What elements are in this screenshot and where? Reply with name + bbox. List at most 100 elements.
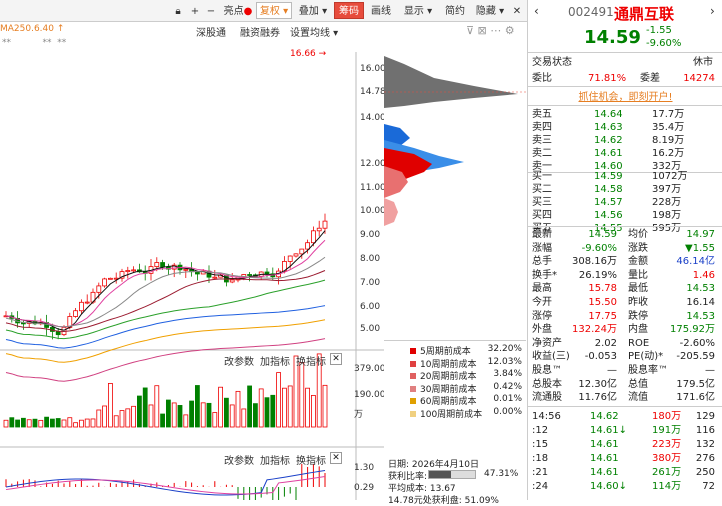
volume-bar xyxy=(241,408,247,428)
y-tick-label: 11.00 xyxy=(360,183,384,193)
nav-prev-icon[interactable]: ‹ xyxy=(534,4,539,18)
buy-row[interactable]: 买一 14.59 1072万 xyxy=(532,170,719,183)
volume-bar xyxy=(305,387,311,428)
stat-row: 股息™ — 股息率™ — xyxy=(532,364,719,377)
stat-value: 17.75 xyxy=(588,310,617,322)
volume-bar xyxy=(44,416,49,428)
volume-bar xyxy=(264,397,270,428)
divider xyxy=(528,86,722,87)
stat-value: — xyxy=(705,365,715,376)
stat-value: ▼1.55 xyxy=(685,242,715,254)
macd-tick-label: 0.29 xyxy=(354,483,374,493)
stock-code: 002491 xyxy=(568,5,614,19)
volume-bar xyxy=(299,362,305,428)
stat-row: 流通股 11.76亿 流值 171.6亿 xyxy=(532,391,719,404)
vol-add-indicator-button[interactable]: 加指标 xyxy=(260,353,290,368)
volume-bar xyxy=(287,385,293,428)
chip-toolbar-icons[interactable]: ⊽ ⊠ ⋯ ⚙ xyxy=(466,24,515,37)
stat-value: 26.19% xyxy=(578,269,617,281)
macd-add-indicator-button[interactable]: 加指标 xyxy=(260,452,290,467)
volume-bar xyxy=(160,413,166,428)
vol-param-button[interactable]: 改参数 xyxy=(224,353,254,368)
plus-icon[interactable]: + xyxy=(188,2,202,19)
nav-next-icon[interactable]: › xyxy=(710,4,715,18)
buy-row[interactable]: 买四 14.56 198万 xyxy=(532,209,719,222)
buy-price: 14.56 xyxy=(594,210,623,221)
divider xyxy=(528,406,722,407)
sell-row[interactable]: 卖二 14.61 16.2万 xyxy=(532,147,719,160)
buy-volume: 1072万 xyxy=(652,171,688,182)
candle-body xyxy=(299,248,305,255)
tick-time: :18 xyxy=(532,453,549,464)
draw-line-button[interactable]: 画线 xyxy=(366,2,396,19)
sgt-tab[interactable]: 深股通 xyxy=(196,24,226,39)
display-button[interactable]: 显示 ▾ xyxy=(400,2,436,19)
volume-bar xyxy=(55,418,61,428)
volume-bar xyxy=(171,402,177,428)
volume-bar xyxy=(235,390,241,428)
margin-tab[interactable]: 融资融券 xyxy=(240,24,280,39)
chip-gray-band xyxy=(384,56,518,108)
macd-param-button[interactable]: 改参数 xyxy=(224,452,254,467)
set-ma-button[interactable]: 设置均线 ▾ xyxy=(290,24,338,39)
stat-label: 最低 xyxy=(628,283,648,295)
buy-label: 买二 xyxy=(532,184,552,195)
hide-button[interactable]: 隐藏 ▾ xyxy=(472,2,508,19)
stat-value: 171.6亿 xyxy=(676,392,715,404)
buy-row[interactable]: 买二 14.58 397万 xyxy=(532,183,719,196)
stat-value: 16.14 xyxy=(686,297,715,308)
candle-body xyxy=(183,268,189,271)
sell-label: 卖四 xyxy=(532,122,552,133)
volume-bar xyxy=(26,419,32,428)
sell-row[interactable]: 卖三 14.62 8.19万 xyxy=(532,134,719,147)
candle-body xyxy=(264,271,270,275)
macd-switch-indicator-button[interactable]: 换指标 xyxy=(296,452,326,467)
stat-value: 1.46 xyxy=(692,269,715,281)
candle-body xyxy=(160,262,166,268)
stat-value: 179.5亿 xyxy=(676,378,715,390)
simple-button[interactable]: 简约 xyxy=(440,2,470,19)
stat-label: 量比 xyxy=(628,269,648,281)
stat-label: 总值 xyxy=(628,378,648,390)
volume-bar xyxy=(154,385,160,428)
adjust-button[interactable]: 复权 ▾ xyxy=(256,2,292,19)
stat-label: 均价 xyxy=(628,229,648,240)
volume-bar xyxy=(84,418,90,428)
sell-row[interactable]: 卖四 14.63 35.4万 xyxy=(532,121,719,134)
volume-bar xyxy=(108,383,113,428)
tick-volume: 114万 xyxy=(652,481,682,492)
stat-value: 14.53 xyxy=(686,310,715,322)
close-icon[interactable]: ✕ xyxy=(510,2,524,19)
sell-row[interactable]: 卖五 14.64 17.7万 xyxy=(532,108,719,121)
volume-bar xyxy=(223,397,229,428)
promo-link[interactable]: 抓住机会，即刻开户! xyxy=(532,91,719,104)
volume-bar xyxy=(206,402,212,428)
highlight-button[interactable]: 亮点● xyxy=(222,2,254,19)
volume-bar xyxy=(102,405,107,428)
tick-row: 14:56 14.62 180万 129 xyxy=(532,410,719,423)
overlay-button[interactable]: 叠加 ▾ xyxy=(294,2,332,19)
vol-switch-indicator-button[interactable]: 换指标 xyxy=(296,353,326,368)
tick-price: 14.61 xyxy=(590,453,619,464)
sell-volume: 16.2万 xyxy=(652,148,685,159)
minus-icon[interactable]: − xyxy=(204,2,218,19)
tick-price: 14.60↓ xyxy=(590,481,628,492)
kline-chart[interactable]: 16.00 14.78 14.00 12.00 11.00 10.00 9.00 8.00 7.… xyxy=(0,22,386,506)
tick-time: :21 xyxy=(532,467,549,478)
buy-label: 买四 xyxy=(532,210,552,221)
macd-close-icon[interactable]: ✕ xyxy=(330,452,342,464)
stat-value: 12.30亿 xyxy=(578,378,617,390)
vol-close-icon[interactable]: ✕ xyxy=(330,353,342,365)
cost-legend-row: 30周期前成本 0.42% xyxy=(410,382,522,395)
cost-legend-value: 32.20% xyxy=(487,344,522,354)
cost-legend-row: 60周期前成本 0.01% xyxy=(410,394,522,407)
tick-price: 14.62 xyxy=(590,411,619,422)
stat-label: 股息率™ xyxy=(628,365,668,376)
buy-row[interactable]: 买三 14.57 228万 xyxy=(532,196,719,209)
stat-row: 外盘 132.24万 内盘 175.92万 xyxy=(532,323,719,336)
chips-button[interactable]: 筹码 xyxy=(334,2,364,19)
volume-bar xyxy=(9,417,15,428)
candle-body xyxy=(316,227,322,232)
lock-icon[interactable]: 🔒︎ xyxy=(170,2,186,19)
sell-label: 卖五 xyxy=(532,109,552,120)
